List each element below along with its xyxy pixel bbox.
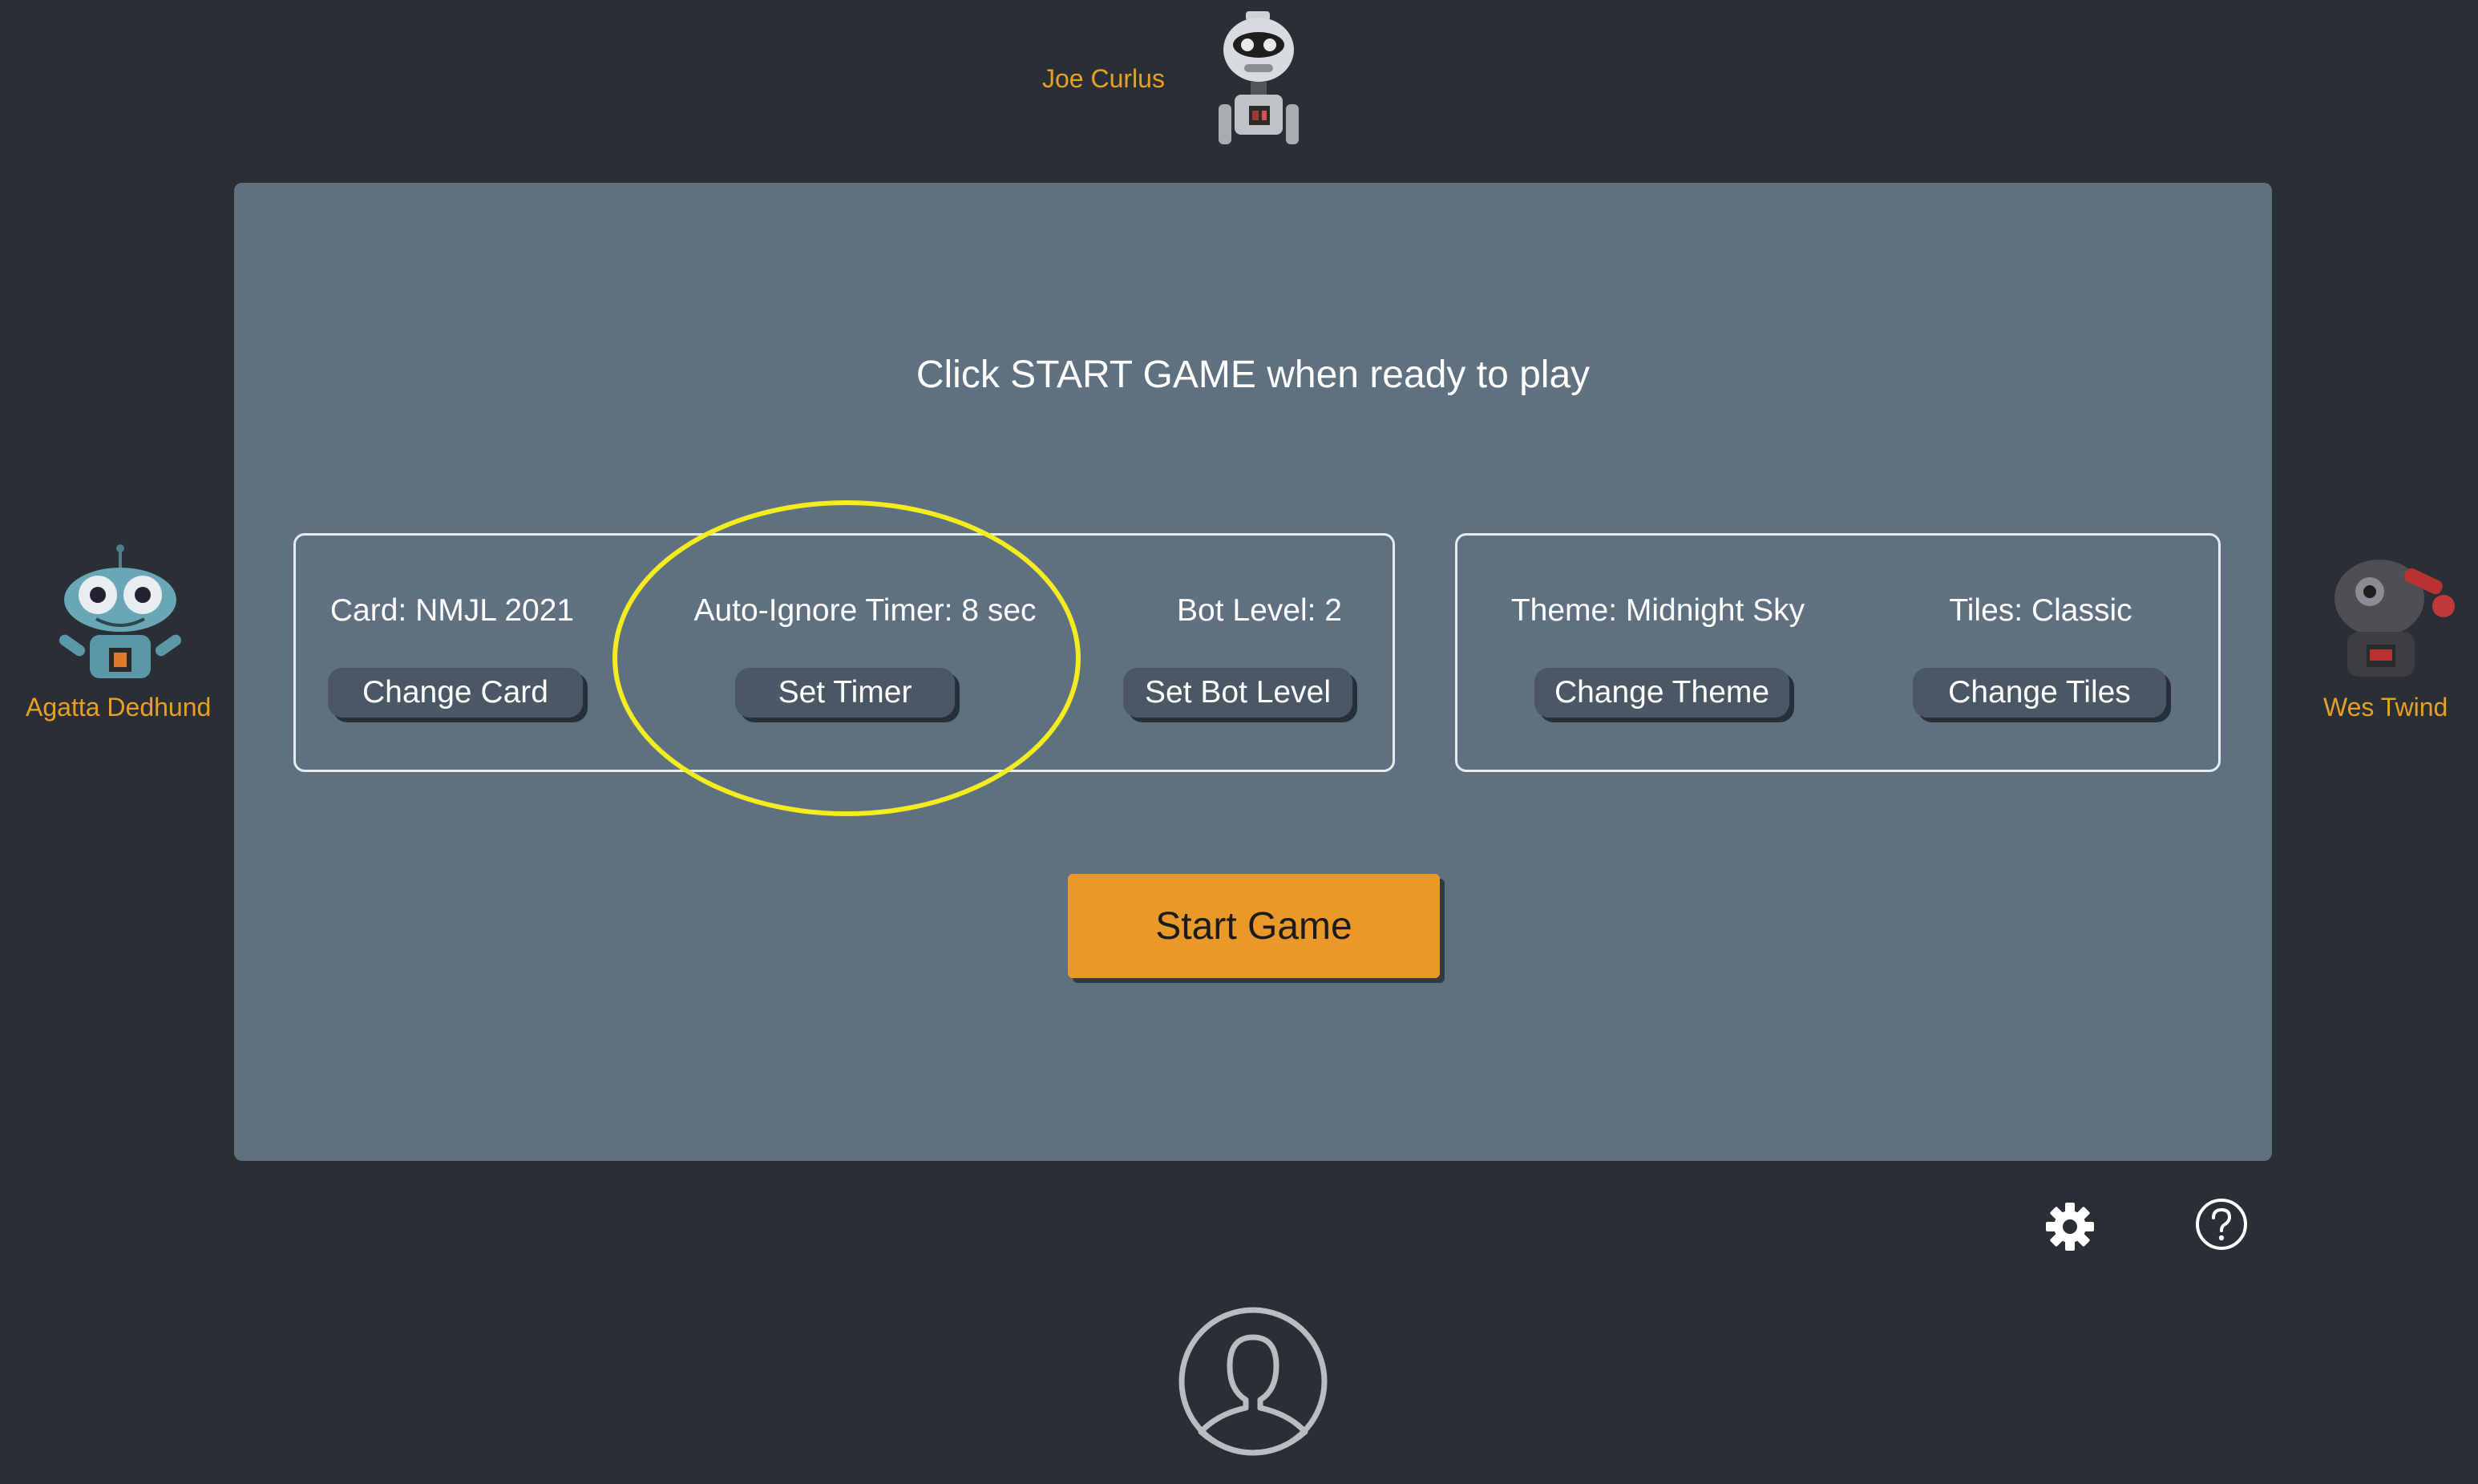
card-label: Card: NMJL 2021 xyxy=(329,593,575,628)
set-bot-level-button[interactable]: Set Bot Level xyxy=(1123,668,1352,718)
set-timer-button[interactable]: Set Timer xyxy=(735,668,955,718)
card-setting: Card: NMJL 2021 xyxy=(296,593,608,629)
robot-avatar-icon xyxy=(59,544,182,678)
tiles-setting: Tiles: Classic xyxy=(1858,593,2223,629)
robot-avatar-icon xyxy=(2334,560,2455,677)
user-avatar-icon[interactable] xyxy=(1177,1305,1329,1458)
bot-level-setting: Bot Level: 2 xyxy=(1122,593,1397,629)
change-card-button[interactable]: Change Card xyxy=(328,668,583,718)
appearance-settings-group: Theme: Midnight Sky Change Theme Tiles: … xyxy=(1455,533,2221,772)
change-tiles-button[interactable]: Change Tiles xyxy=(1913,668,2166,718)
theme-setting: Theme: Midnight Sky xyxy=(1457,593,1858,629)
gear-icon[interactable] xyxy=(2044,1201,2096,1252)
player-name-top: Joe Curlus xyxy=(1042,64,1165,93)
robot-avatar-icon xyxy=(1219,11,1299,144)
player-name-right: Wes Twind xyxy=(2323,693,2448,722)
player-name-left: Agatta Dedhund xyxy=(26,693,212,722)
theme-label: Theme: Midnight Sky xyxy=(1510,593,1805,628)
help-icon[interactable] xyxy=(2193,1196,2250,1252)
tiles-label: Tiles: Classic xyxy=(1949,593,2132,628)
game-settings-group: Card: NMJL 2021 Change Card Auto-Ignore … xyxy=(293,533,1395,772)
timer-label: Auto-Ignore Timer: 8 sec xyxy=(693,593,1037,628)
change-theme-button[interactable]: Change Theme xyxy=(1534,668,1789,718)
start-prompt: Click START GAME when ready to play xyxy=(916,354,1591,396)
timer-setting: Auto-Ignore Timer: 8 sec xyxy=(608,593,1122,629)
bot-level-label: Bot Level: 2 xyxy=(1177,593,1342,628)
start-game-button[interactable]: Start Game xyxy=(1068,874,1440,978)
game-setup-panel: Click START GAME when ready to play Card… xyxy=(234,183,2272,1161)
